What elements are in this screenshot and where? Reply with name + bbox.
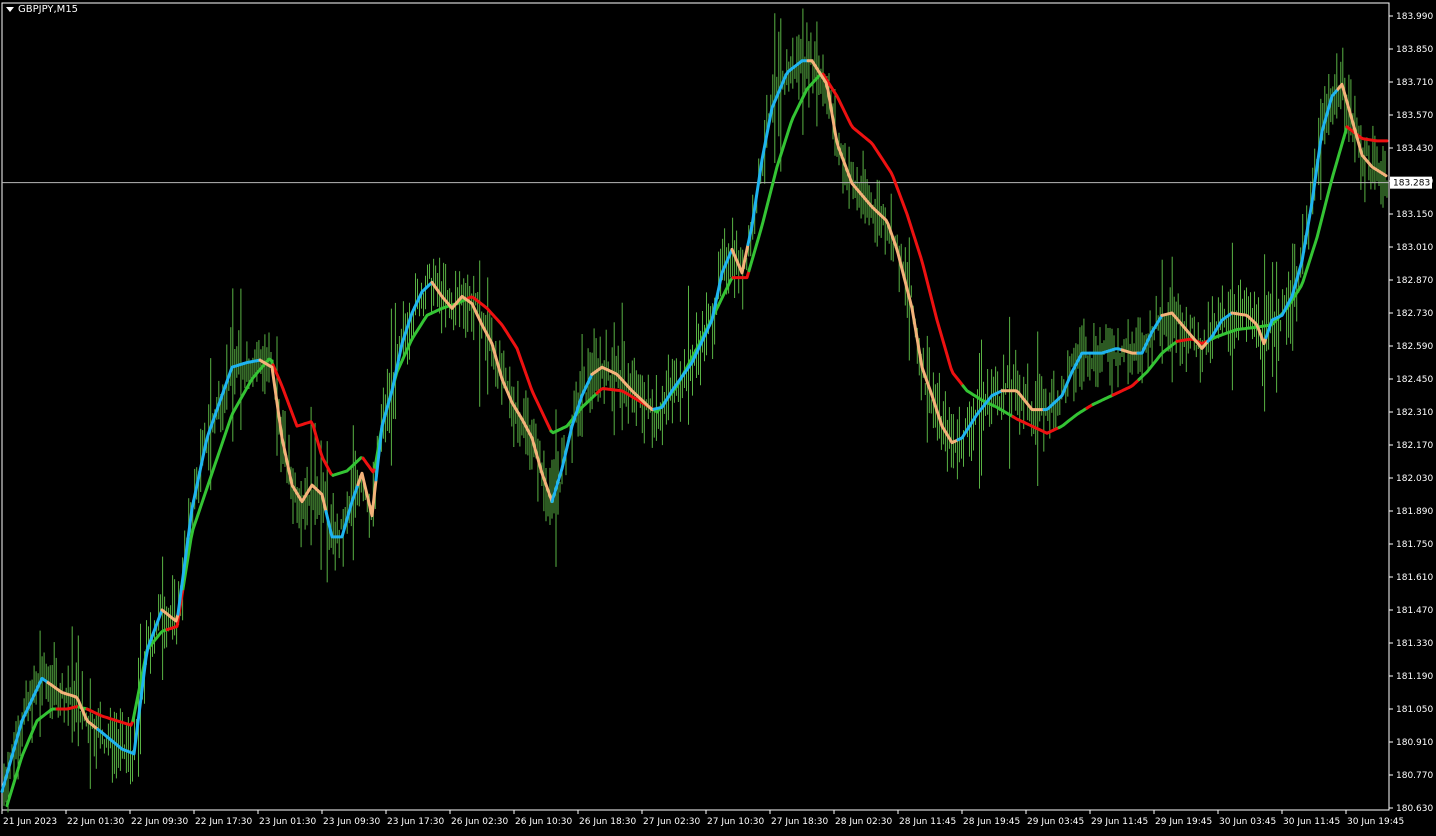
x-tick-label: 27 Jun 02:30 xyxy=(643,817,700,827)
y-tick-label: 181.890 xyxy=(1396,507,1433,517)
x-tick-label: 29 Jun 03:45 xyxy=(1027,817,1084,827)
y-tick-label: 182.170 xyxy=(1396,441,1433,451)
x-tick-label: 23 Jun 01:30 xyxy=(259,817,316,827)
x-tick-label: 22 Jun 09:30 xyxy=(131,817,188,827)
slow-ma-up-segment xyxy=(331,456,365,477)
y-tick-label: 183.010 xyxy=(1396,243,1433,253)
plot-frame xyxy=(1,2,1390,811)
slow-ma-down-segment xyxy=(1111,378,1141,397)
y-tick-label: 180.770 xyxy=(1396,771,1433,781)
y-tick-label: 182.030 xyxy=(1396,474,1433,484)
x-tick-label: 22 Jun 17:30 xyxy=(195,817,252,827)
y-tick-label: 181.190 xyxy=(1396,672,1433,682)
y-tick-label: 182.730 xyxy=(1396,309,1433,319)
x-tick-label: 30 Jun 11:45 xyxy=(1283,817,1340,827)
slow-ma-down-segment xyxy=(821,72,965,388)
symbol-title[interactable]: GBPJPY,M15 xyxy=(6,4,78,15)
x-tick-label: 26 Jun 02:30 xyxy=(451,817,508,827)
symbol-label: GBPJPY,M15 xyxy=(18,4,79,15)
x-tick-label: 26 Jun 18:30 xyxy=(579,817,636,827)
x-tick-label: 27 Jun 10:30 xyxy=(707,817,764,827)
current-price-label: 183.283 xyxy=(1393,179,1430,189)
y-tick-label: 181.470 xyxy=(1396,606,1433,616)
x-tick-label: 29 Jun 11:45 xyxy=(1091,817,1148,827)
y-tick-label: 182.590 xyxy=(1396,342,1433,352)
x-tick-label: 21 Jun 2023 xyxy=(3,817,57,827)
y-tick-label: 183.710 xyxy=(1396,78,1433,88)
y-tick-label: 182.870 xyxy=(1396,276,1433,286)
y-tick-label: 183.570 xyxy=(1396,111,1433,121)
x-tick-label: 23 Jun 17:30 xyxy=(387,817,444,827)
price-bars xyxy=(3,8,1388,813)
x-tick-label: 23 Jun 09:30 xyxy=(323,817,380,827)
slow-ma-down-segment xyxy=(271,363,335,477)
x-tick-label: 28 Jun 19:45 xyxy=(963,817,1020,827)
dropdown-triangle-icon[interactable] xyxy=(6,7,14,12)
y-tick-label: 181.330 xyxy=(1396,639,1433,649)
x-tick-label: 30 Jun 19:45 xyxy=(1347,817,1404,827)
x-tick-label: 30 Jun 03:45 xyxy=(1219,817,1276,827)
slow-ma-up-segment xyxy=(1091,393,1115,406)
y-tick-label: 182.310 xyxy=(1396,408,1433,418)
x-tick-label: 27 Jun 18:30 xyxy=(771,817,828,827)
x-tick-label: 28 Jun 02:30 xyxy=(835,817,892,827)
y-tick-label: 182.450 xyxy=(1396,375,1433,385)
x-tick-label: 22 Jun 01:30 xyxy=(67,817,124,827)
y-tick-label: 181.610 xyxy=(1396,573,1433,583)
x-tick-label: 28 Jun 11:45 xyxy=(899,817,956,827)
x-tick-label: 29 Jun 19:45 xyxy=(1155,817,1212,827)
y-tick-label: 183.430 xyxy=(1396,144,1433,154)
y-tick-label: 181.050 xyxy=(1396,705,1433,715)
slow-ma-up-segment xyxy=(1057,406,1089,430)
y-tick-label: 180.630 xyxy=(1396,804,1433,814)
y-tick-label: 180.910 xyxy=(1396,738,1433,748)
y-tick-label: 181.750 xyxy=(1396,540,1433,550)
y-tick-label: 183.150 xyxy=(1396,210,1433,220)
chart-area[interactable]: 183.990 183.850 183.710 183.570 183.430 183.2… xyxy=(0,0,1436,832)
price-chart[interactable]: 183.990 183.850 183.710 183.570 183.430 183.2… xyxy=(0,0,1436,832)
x-tick-label: 26 Jun 10:30 xyxy=(515,817,572,827)
slow-ma-up-segment xyxy=(1207,125,1349,342)
y-tick-label: 183.990 xyxy=(1396,12,1433,22)
y-tick-label: 183.850 xyxy=(1396,45,1433,55)
fast-ma-up-segment xyxy=(0,676,50,793)
